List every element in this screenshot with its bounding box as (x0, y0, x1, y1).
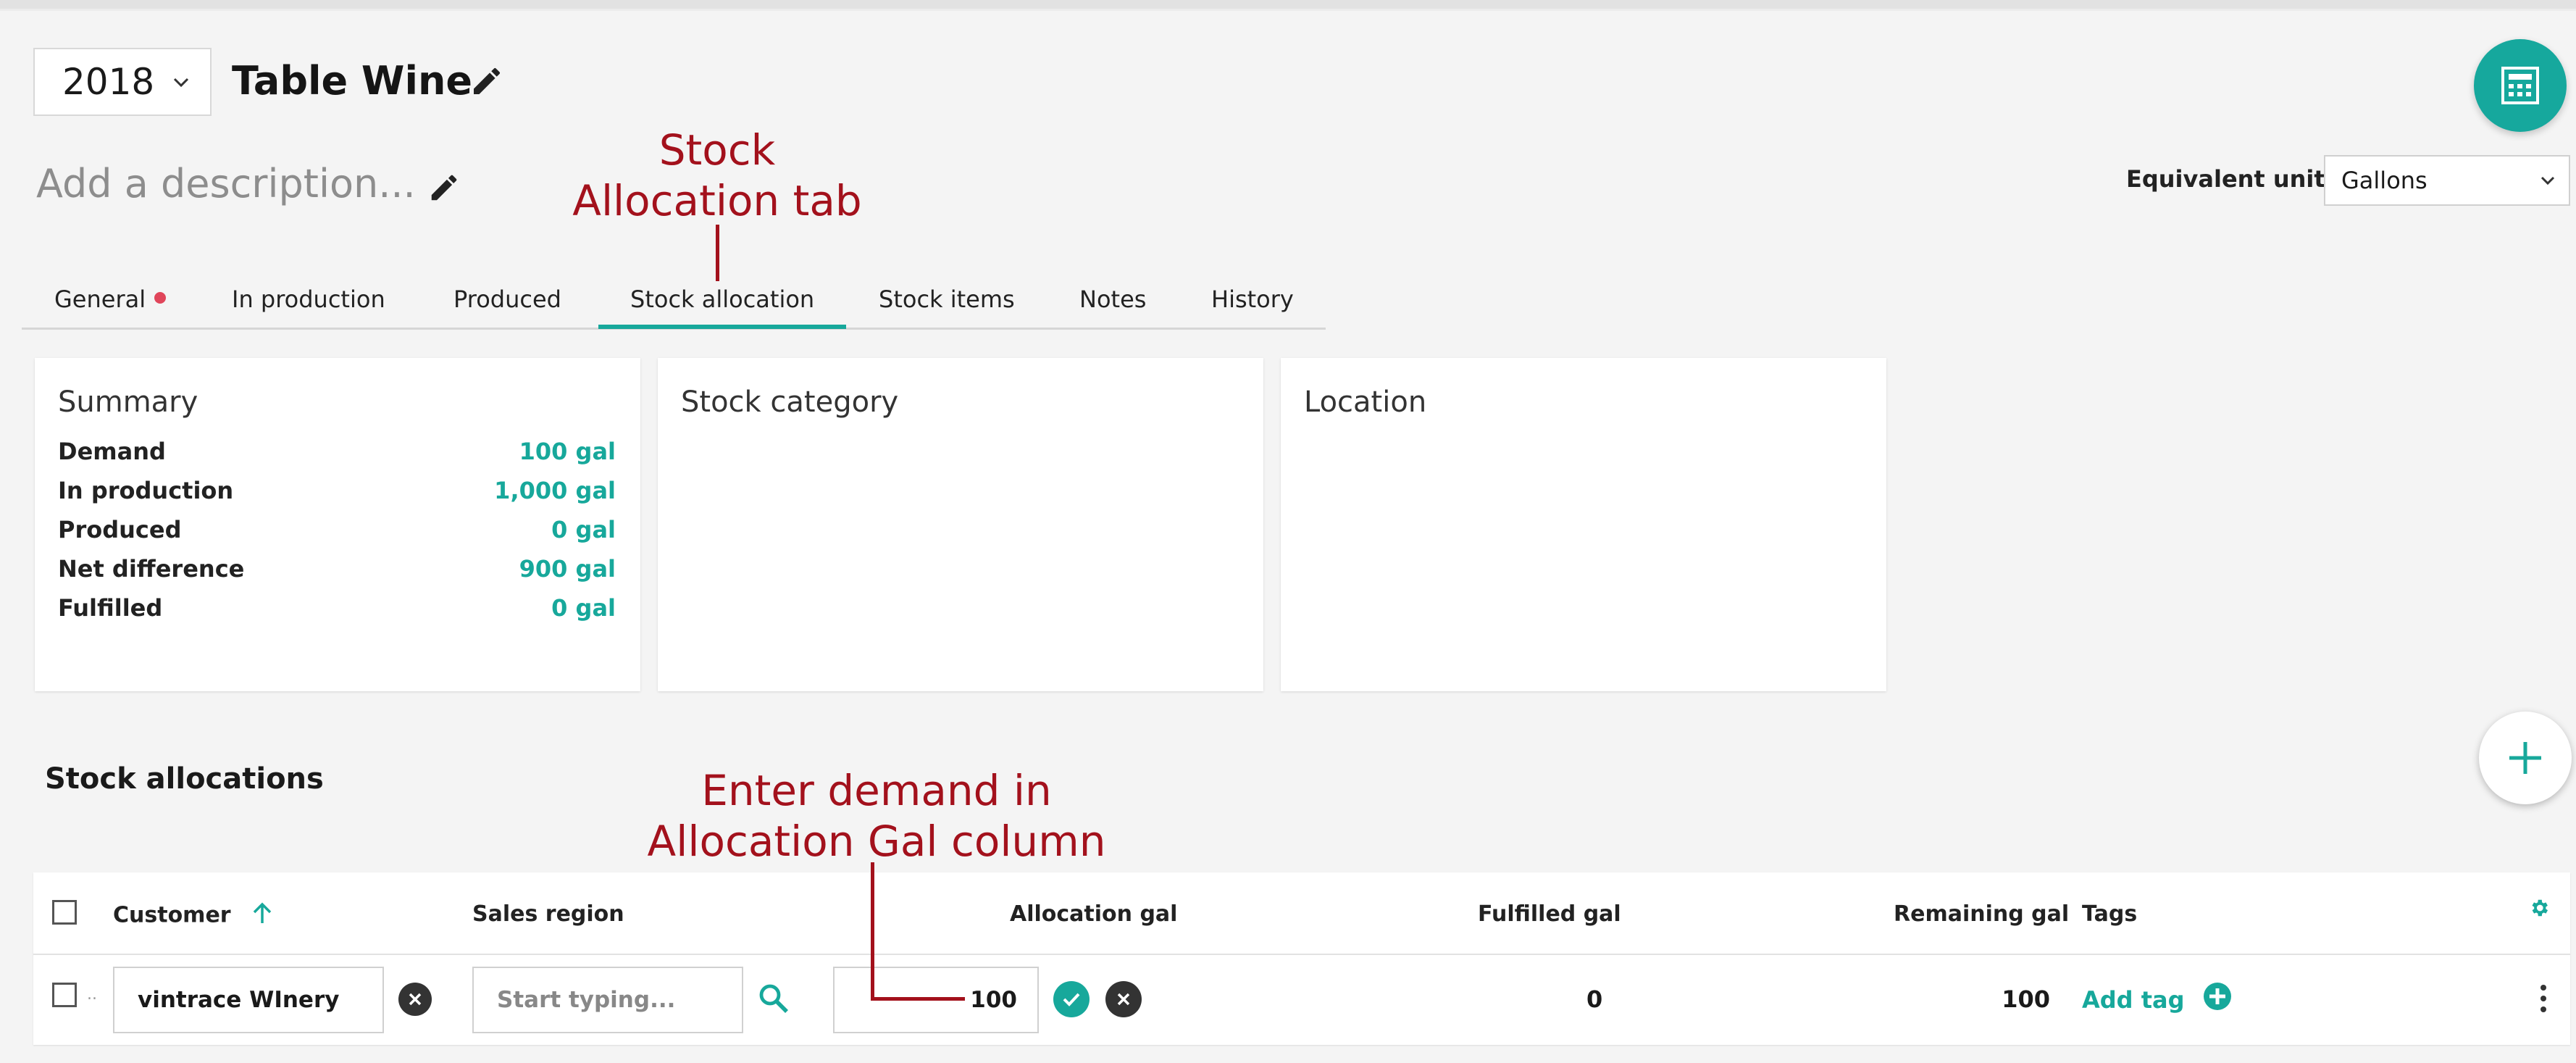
summary-row: Fulfilled 0 gal (58, 594, 616, 622)
tab-annotation-pointer (716, 225, 719, 281)
summary-label: Net difference (58, 555, 245, 583)
column-annotation-line1: Enter demand in (701, 766, 1052, 815)
remaining-value: 100 (2002, 985, 2050, 1013)
location-card: Location (1281, 358, 1886, 691)
clear-customer-icon[interactable] (398, 983, 432, 1016)
chevron-down-icon (172, 70, 190, 93)
tab-bar: General In production Produced Stock all… (22, 278, 1326, 330)
column-annotation-line2: Allocation Gal column (647, 817, 1106, 866)
summary-row: Net difference 900 gal (58, 555, 616, 583)
location-title: Location (1304, 385, 1427, 419)
customer-value: vintrace WInery (138, 987, 340, 1013)
equivalent-unit-label: Equivalent unit: (2126, 165, 2335, 193)
add-tag-link[interactable]: Add tag (2082, 982, 2232, 1019)
summary-card: Summary Demand 100 gal In production 1,0… (35, 358, 640, 691)
tab-label: Stock items (879, 285, 1015, 313)
edit-description-pencil-icon[interactable] (427, 171, 461, 204)
column-annotation-pointer-vertical (871, 862, 874, 1000)
stock-allocations-table (33, 872, 2570, 1045)
stock-category-card: Stock category (658, 358, 1263, 691)
column-header-customer[interactable]: Customer (113, 901, 273, 930)
summary-row: Demand 100 gal (58, 438, 616, 465)
stock-category-title: Stock category (681, 385, 899, 419)
summary-label: Fulfilled (58, 594, 163, 622)
top-border-shadow (0, 9, 2576, 11)
tab-annotation-line2: Allocation tab (572, 176, 862, 225)
summary-value: 100 gal (519, 438, 616, 465)
allocation-value: 100 (970, 987, 1017, 1013)
column-annotation-pointer-horizontal (871, 997, 965, 1001)
plus-icon (2509, 742, 2541, 774)
tab-produced[interactable]: Produced (453, 285, 561, 313)
summary-row: In production 1,000 gal (58, 477, 616, 504)
column-header-allocation[interactable]: Allocation gal (1010, 901, 1177, 927)
summary-label: Produced (58, 516, 182, 543)
edit-title-pencil-icon[interactable] (469, 64, 504, 99)
sales-region-input[interactable]: Start typing... (472, 967, 743, 1033)
tab-label: In production (232, 285, 385, 313)
tab-label: Notes (1079, 285, 1147, 313)
summary-value: 900 gal (519, 555, 616, 583)
tab-in-production[interactable]: In production (232, 285, 385, 313)
fulfilled-value: 0 (1586, 985, 1603, 1013)
summary-label: In production (58, 477, 234, 504)
cancel-close-icon[interactable] (1105, 981, 1142, 1017)
tab-stock-items[interactable]: Stock items (879, 285, 1015, 313)
sales-region-placeholder: Start typing... (497, 987, 676, 1013)
calculator-icon (2501, 67, 2539, 104)
summary-label: Demand (58, 438, 166, 465)
equivalent-unit-value: Gallons (2341, 167, 2427, 194)
table-header-divider (33, 954, 2570, 955)
tab-label: History (1211, 285, 1294, 313)
column-annotation: Enter demand in Allocation Gal column (630, 765, 1123, 867)
summary-title: Summary (58, 385, 198, 419)
tab-stock-allocation[interactable]: Stock allocation (630, 285, 814, 313)
column-settings-gear-icon[interactable] (2528, 897, 2550, 922)
chevron-down-icon (2540, 170, 2556, 190)
customer-input[interactable]: vintrace WInery (113, 967, 384, 1033)
column-header-label: Customer (113, 902, 231, 928)
alert-dot-icon (154, 292, 167, 304)
column-header-sales-region[interactable]: Sales region (472, 901, 624, 927)
column-header-tags[interactable]: Tags (2082, 901, 2137, 927)
tab-general[interactable]: General (54, 285, 167, 313)
summary-value: 0 gal (551, 516, 616, 543)
row-menu-kebab-icon[interactable] (2538, 983, 2548, 1017)
sort-ascending-icon (251, 901, 273, 930)
tab-history[interactable]: History (1211, 285, 1294, 313)
summary-row: Produced 0 gal (58, 516, 616, 543)
row-truncated-marker: .. (87, 985, 97, 1004)
plus-circle-icon (2203, 982, 2232, 1017)
equivalent-unit-select[interactable]: Gallons (2324, 155, 2570, 206)
confirm-check-icon[interactable] (1053, 981, 1090, 1017)
summary-value: 1,000 gal (494, 477, 616, 504)
description-placeholder[interactable]: Add a description... (36, 161, 416, 207)
search-icon[interactable] (756, 981, 791, 1019)
stock-allocations-title: Stock allocations (45, 762, 324, 796)
column-header-fulfilled[interactable]: Fulfilled gal (1478, 901, 1621, 927)
year-value: 2018 (62, 61, 155, 103)
row-checkbox[interactable] (52, 983, 77, 1007)
summary-value: 0 gal (551, 594, 616, 622)
page-title: Table Wine (232, 58, 473, 104)
calculator-button[interactable] (2474, 39, 2567, 132)
tab-label: Stock allocation (630, 285, 815, 313)
tab-label: Produced (453, 285, 561, 313)
add-tag-label: Add tag (2082, 986, 2185, 1014)
top-border (0, 0, 2576, 9)
select-all-checkbox[interactable] (52, 900, 77, 925)
tab-annotation: Stock Allocation tab (551, 125, 884, 226)
add-allocation-button[interactable] (2479, 712, 2572, 804)
tab-label: General (54, 285, 146, 313)
tab-annotation-line1: Stock (658, 125, 776, 175)
active-tab-indicator (598, 325, 846, 329)
column-header-remaining[interactable]: Remaining gal (1894, 901, 2069, 927)
tab-notes[interactable]: Notes (1079, 285, 1146, 313)
year-select[interactable]: 2018 (33, 48, 212, 116)
